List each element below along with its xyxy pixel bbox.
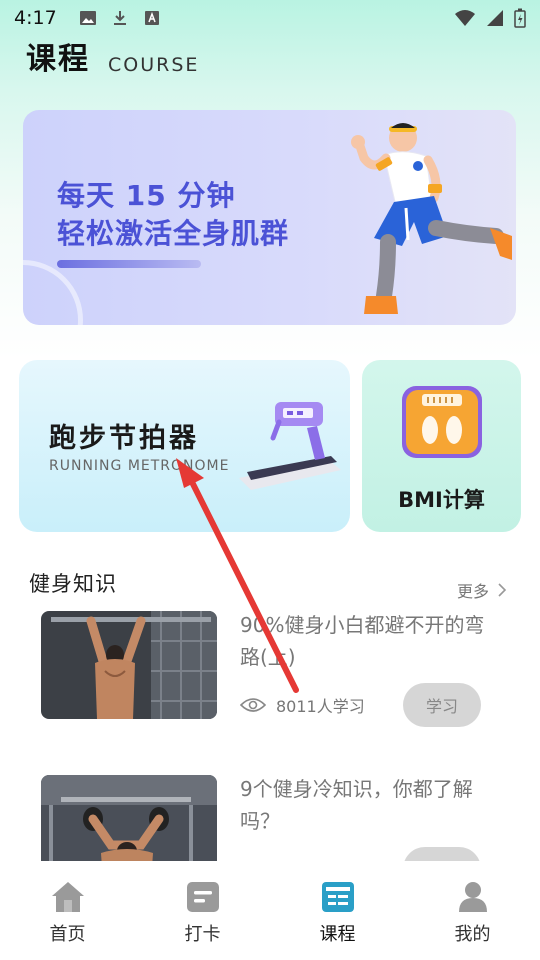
page-title: 课程 bbox=[26, 42, 90, 77]
metronome-title: 跑步节拍器 bbox=[49, 423, 199, 454]
status-bar: 4:17 bbox=[0, 0, 540, 36]
learn-button[interactable]: 学习 bbox=[403, 683, 481, 727]
article-thumbnail bbox=[41, 611, 217, 719]
nav-course[interactable]: 课程 bbox=[270, 862, 405, 960]
page-subtitle: COURSE bbox=[108, 54, 200, 76]
nav-label: 首页 bbox=[49, 924, 86, 945]
banner-headline: 每天 15 分钟 bbox=[57, 179, 236, 212]
page-header: 课程 COURSE bbox=[26, 34, 199, 78]
nav-checkin[interactable]: 打卡 bbox=[135, 862, 270, 960]
chevron-right-icon bbox=[498, 583, 507, 597]
banner-accent-bar bbox=[57, 260, 201, 268]
metronome-subtitle: RUNNING METRONOME bbox=[49, 458, 230, 474]
more-label: 更多 bbox=[457, 582, 490, 601]
article-item[interactable]: 9个健身冷知识，你都了解吗？ 学习 bbox=[41, 775, 501, 861]
section-title: 健身知识 bbox=[29, 572, 117, 596]
running-metronome-card[interactable]: 跑步节拍器 RUNNING METRONOME bbox=[19, 360, 350, 532]
banner-subheadline: 轻松激活全身肌群 bbox=[57, 217, 290, 250]
font-notification-icon bbox=[144, 11, 159, 25]
wifi-icon bbox=[455, 10, 475, 26]
view-count: 8011人学习 bbox=[240, 693, 365, 717]
battery-icon bbox=[514, 8, 526, 28]
status-time: 4:17 bbox=[14, 7, 57, 29]
image-notification-icon bbox=[79, 11, 96, 25]
bottom-navigation: 首页 打卡 课程 我的 bbox=[0, 862, 540, 960]
article-title: 9个健身冷知识，你都了解吗？ bbox=[240, 777, 473, 833]
article-item[interactable]: 90%健身小白都避不开的弯路(上) 8011人学习 学习 bbox=[41, 611, 501, 731]
nav-label: 我的 bbox=[454, 924, 491, 945]
signal-icon bbox=[487, 10, 503, 26]
nav-home[interactable]: 首页 bbox=[0, 862, 135, 960]
bench-press-photo bbox=[41, 775, 217, 861]
more-link[interactable]: 更多 bbox=[457, 578, 507, 602]
course-icon bbox=[321, 882, 354, 912]
nav-label: 课程 bbox=[319, 924, 356, 945]
bmi-label: BMI计算 bbox=[398, 488, 485, 512]
article-title: 90%健身小白都避不开的弯路(上) bbox=[240, 613, 485, 669]
learn-button[interactable]: 学习 bbox=[403, 847, 481, 861]
eye-icon bbox=[240, 698, 266, 712]
banner-decoration bbox=[23, 260, 83, 325]
view-count-text: 8011人学习 bbox=[276, 697, 365, 716]
nav-label: 打卡 bbox=[184, 924, 221, 945]
notification-icons bbox=[79, 10, 161, 26]
article-thumbnail bbox=[41, 775, 217, 861]
bmi-card[interactable]: BMI计算 bbox=[362, 360, 521, 532]
checkin-icon bbox=[186, 882, 219, 912]
system-status-icons bbox=[454, 8, 526, 28]
home-icon bbox=[51, 882, 84, 912]
treadmill-icon bbox=[239, 402, 341, 490]
pullup-photo bbox=[41, 611, 217, 719]
nav-profile[interactable]: 我的 bbox=[405, 862, 540, 960]
runner-illustration bbox=[351, 123, 512, 314]
scale-icon bbox=[402, 386, 482, 458]
profile-icon bbox=[458, 882, 487, 912]
promo-banner[interactable]: 每天 15 分钟 轻松激活全身肌群 bbox=[23, 110, 516, 325]
download-notification-icon bbox=[113, 11, 126, 25]
